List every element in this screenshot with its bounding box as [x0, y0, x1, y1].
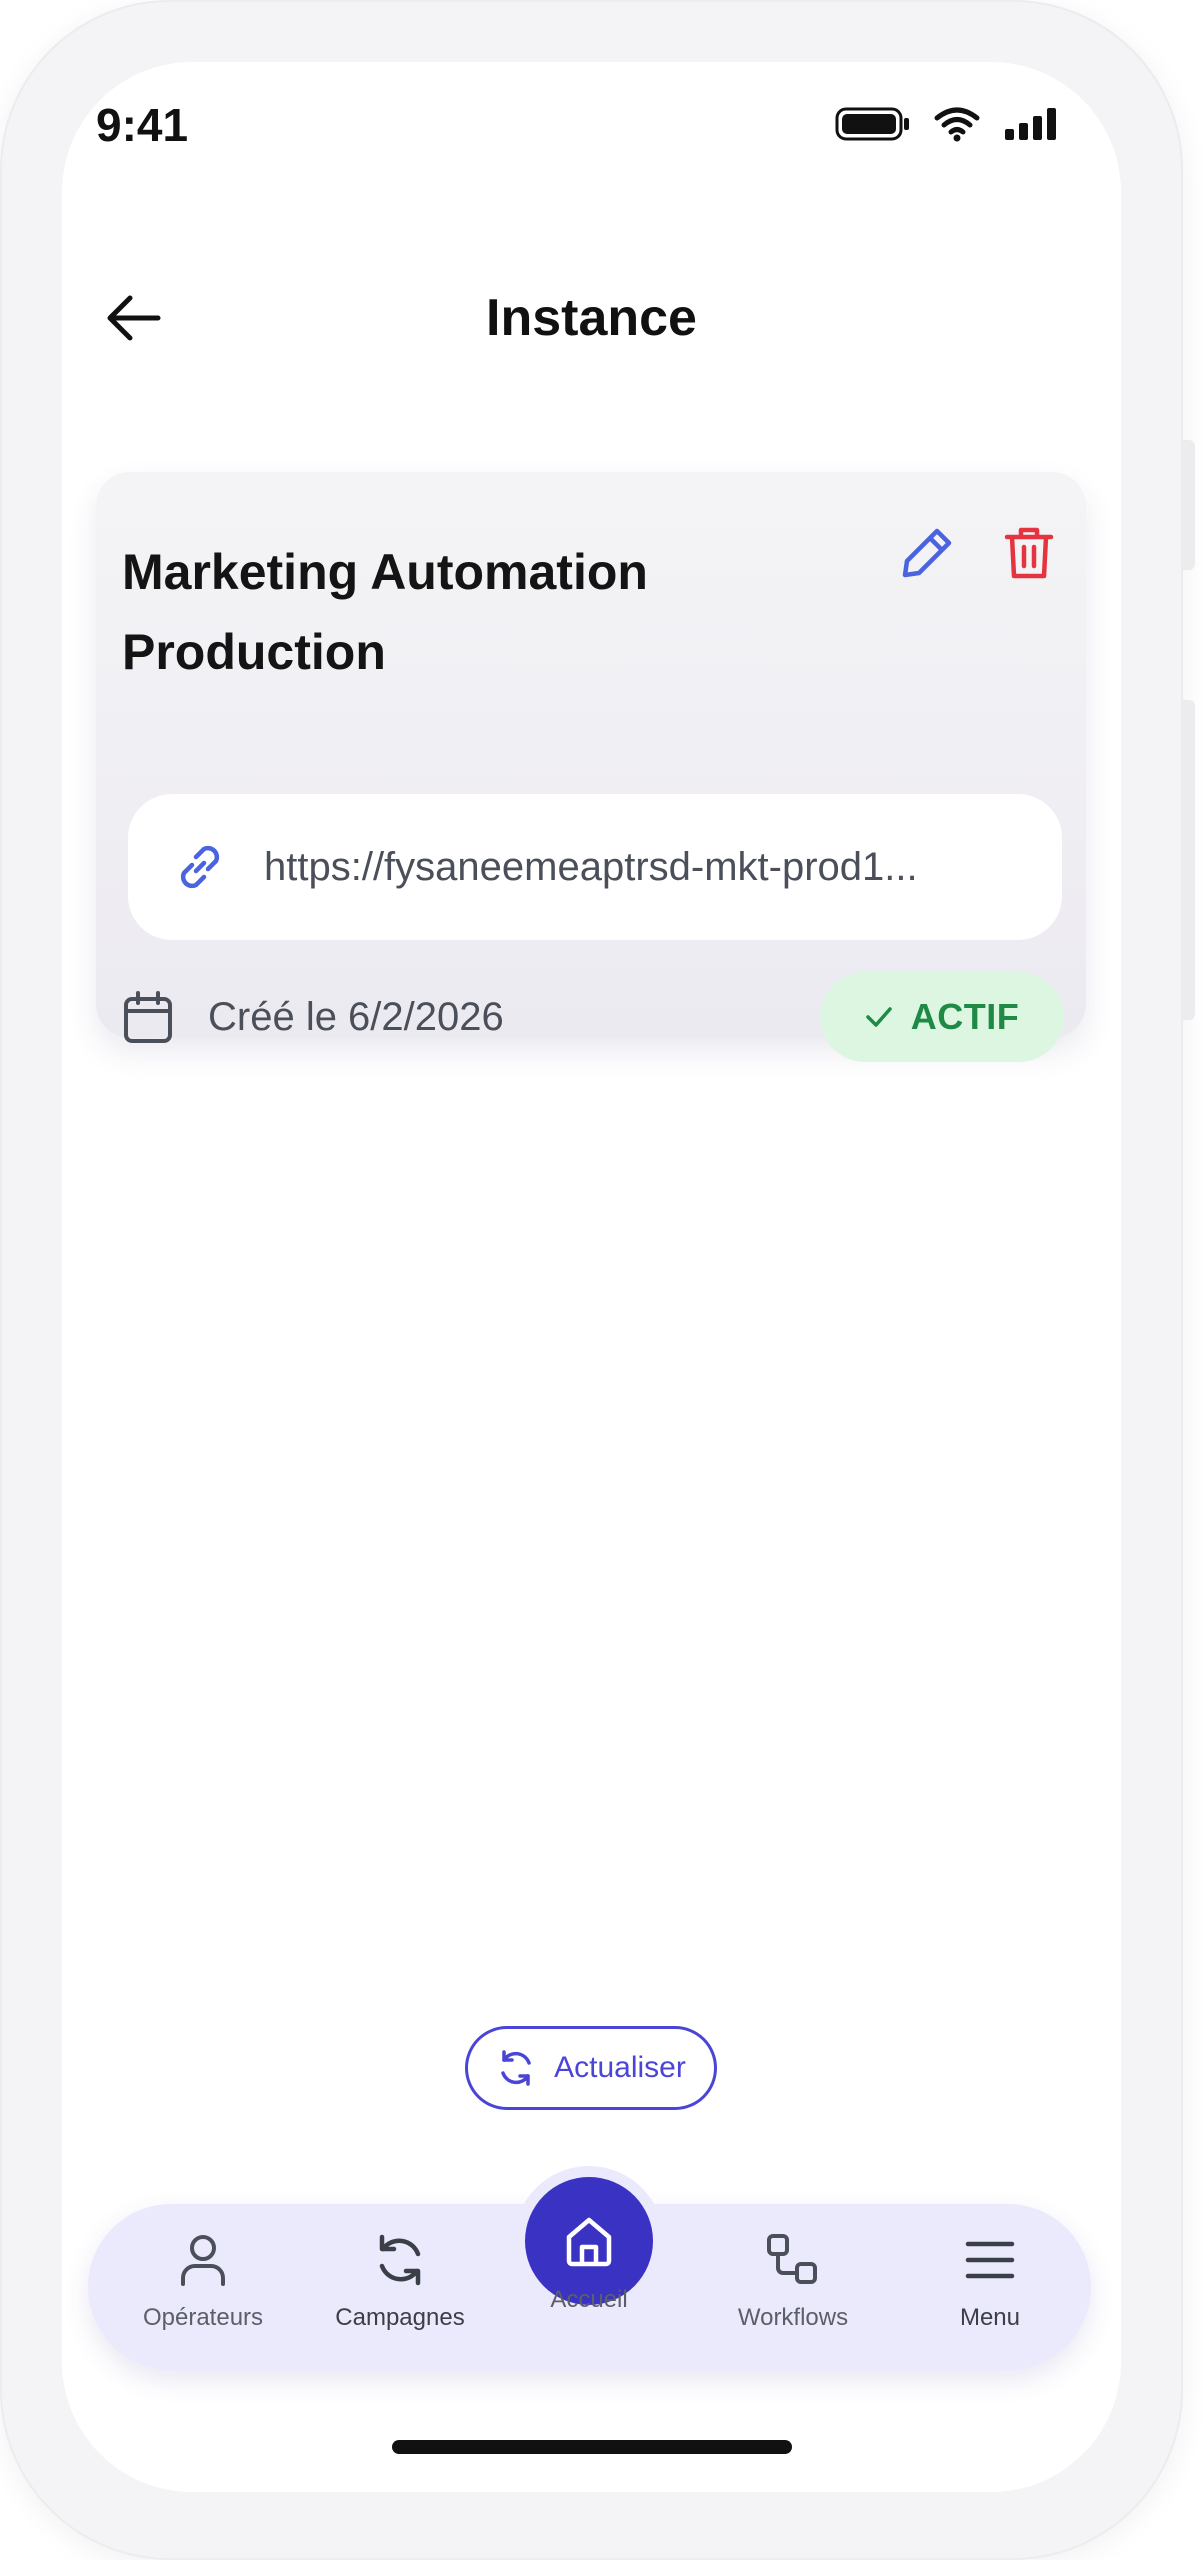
edit-button[interactable]: [898, 524, 956, 582]
battery-icon: [835, 107, 909, 141]
nav-item-operateurs[interactable]: Opérateurs: [118, 2232, 288, 2332]
nav-label: Accueil: [550, 2286, 628, 2313]
app-screen: 9:41 Instance Marketing Automation Produ…: [62, 62, 1121, 2492]
hamburger-icon: [965, 2241, 1015, 2279]
refresh-button[interactable]: Actualiser: [465, 2026, 717, 2110]
nav-label: Opérateurs: [142, 2304, 264, 2331]
nav-label: Campagnes: [335, 2304, 465, 2331]
nav-item-accueil[interactable]: Accueil: [514, 2166, 664, 2316]
status-badge-label: ACTIF: [910, 996, 1020, 1037]
status-badge: ACTIF: [820, 972, 1064, 1062]
home-indicator: [392, 2440, 792, 2454]
created-date: Créé le 6/2/2026: [208, 994, 504, 1039]
delete-button[interactable]: [1000, 524, 1058, 582]
created-info: Créé le 6/2/2026: [122, 972, 504, 1062]
home-icon: [566, 2217, 612, 2267]
status-icons: [835, 106, 1059, 142]
nav-item-menu[interactable]: Menu: [905, 2232, 1075, 2332]
wifi-icon: [934, 107, 980, 142]
pencil-icon: [902, 528, 952, 578]
instance-url-field[interactable]: https://fysaneemeaptrsd-mkt-prod1...: [128, 794, 1062, 940]
instance-title: Marketing Automation Production: [122, 544, 648, 680]
workflow-icon: [767, 2234, 817, 2284]
link-icon: [180, 845, 220, 889]
card-footer: Créé le 6/2/2026 ACTIF: [122, 972, 1064, 1062]
user-icon: [181, 2235, 225, 2286]
nav-label: Menu: [959, 2304, 1021, 2331]
cellular-signal-icon: [1005, 108, 1056, 140]
page-title: Instance: [486, 289, 697, 347]
device-side-button: [1183, 440, 1195, 570]
instance-card: Marketing Automation Production https://…: [96, 472, 1086, 1062]
bottom-navigation: Opérateurs Campagnes Accueil Workflows M…: [88, 2166, 1091, 2370]
nav-item-campagnes[interactable]: Campagnes: [315, 2232, 485, 2332]
status-time: 9:41: [96, 99, 189, 151]
refresh-icon: [501, 2050, 531, 2086]
refresh-icon: [379, 2234, 421, 2286]
device-side-button: [1183, 700, 1195, 1020]
calendar-icon: [124, 991, 172, 1043]
checkmark-icon: [866, 1007, 892, 1027]
trash-icon: [1004, 527, 1054, 579]
nav-item-workflows[interactable]: Workflows: [708, 2232, 878, 2332]
refresh-label: Actualiser: [554, 2051, 686, 2084]
card-actions: [898, 524, 1058, 582]
nav-label: Workflows: [737, 2304, 849, 2331]
page-header: Instance: [62, 262, 1121, 372]
instance-url: https://fysaneemeaptrsd-mkt-prod1...: [264, 844, 918, 889]
status-bar: 9:41: [62, 62, 1121, 192]
